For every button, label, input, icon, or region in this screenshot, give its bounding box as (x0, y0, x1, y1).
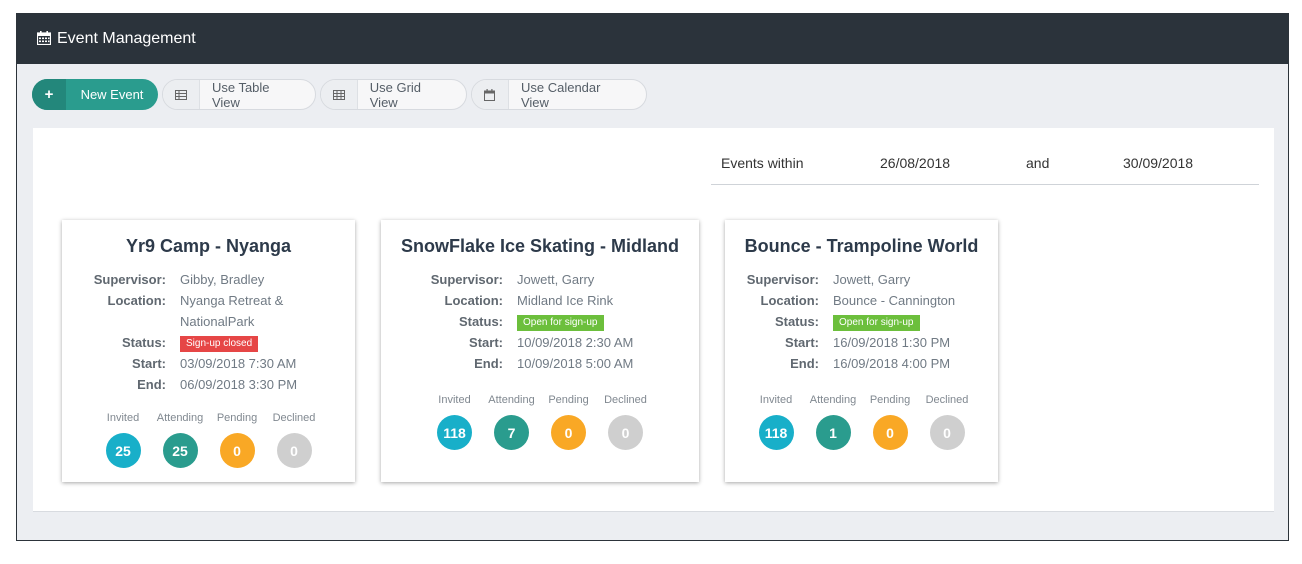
invited-label: Invited (438, 394, 471, 406)
event-card[interactable]: Bounce - Trampoline World Supervisor: Jow… (725, 220, 998, 482)
attendance-stats: Invited 118 Attending 1 Pending 0 Declined 0 (725, 391, 998, 450)
declined-label: Declined (272, 412, 316, 424)
location-value: Bounce - Cannington (833, 293, 956, 308)
supervisor-label: Supervisor: (746, 272, 819, 287)
plus-icon: + (32, 79, 66, 110)
grid-view-button[interactable]: Use Grid View (320, 79, 467, 110)
status-label: Status: (121, 335, 166, 350)
supervisor-label: Supervisor: (93, 272, 166, 287)
declined-label: Declined (604, 394, 647, 406)
location-value-line2: NationalPark (180, 314, 255, 329)
pending-label: Pending (869, 394, 911, 406)
attendance-stats: Invited 25 Attending 25 Pending 0 Declined 0 (62, 409, 355, 468)
invited-count[interactable]: 25 (105, 433, 141, 468)
supervisor-value: Jowett, Garry (833, 272, 911, 287)
new-event-button[interactable]: + New Event (32, 79, 158, 110)
pending-count[interactable]: 0 (872, 415, 908, 450)
start-label: Start: (469, 335, 503, 350)
calendar-icon (36, 30, 52, 50)
end-value: 10/09/2018 5:00 AM (517, 356, 634, 371)
location-label: Location: (107, 293, 167, 308)
end-label: End: (790, 356, 819, 371)
end-label: End: (474, 356, 503, 371)
supervisor-label: Supervisor: (430, 272, 503, 287)
start-value: 03/09/2018 7:30 AM (180, 356, 297, 371)
declined-count[interactable]: 0 (276, 433, 312, 468)
attendance-stats: Invited 118 Attending 7 Pending 0 Declined 0 (381, 391, 699, 450)
declined-label: Declined (925, 394, 969, 406)
status-badge: Open for sign-up (833, 315, 920, 331)
invited-count[interactable]: 118 (437, 415, 472, 450)
status-label: Status: (458, 314, 503, 329)
pending-count[interactable]: 0 (219, 433, 255, 468)
date-range-filter: Events within 26/08/2018 and 30/09/2018 (711, 142, 1259, 185)
event-title[interactable]: SnowFlake Ice Skating - Midland (381, 236, 699, 257)
supervisor-value: Gibby, Bradley (180, 272, 265, 287)
supervisor-value: Jowett, Garry (517, 272, 595, 287)
event-title[interactable]: Bounce - Trampoline World (725, 236, 998, 257)
attending-count[interactable]: 1 (815, 415, 851, 450)
attending-count[interactable]: 7 (494, 415, 529, 450)
declined-count[interactable]: 0 (929, 415, 965, 450)
event-card[interactable]: Yr9 Camp - Nyanga Supervisor: Gibby, Brad… (62, 220, 355, 482)
toolbar: + New Event Use Table View Use Grid View… (32, 79, 647, 110)
event-card[interactable]: SnowFlake Ice Skating - Midland Supervis… (381, 220, 699, 482)
start-value: 16/09/2018 1:30 PM (833, 335, 951, 350)
attending-label: Attending (809, 394, 857, 406)
page-title: Event Management (57, 30, 196, 47)
start-value: 10/09/2018 2:30 AM (517, 335, 634, 350)
declined-count[interactable]: 0 (608, 415, 643, 450)
events-content: Events within 26/08/2018 and 30/09/2018 … (33, 128, 1274, 512)
grid-icon (321, 80, 358, 109)
calendar-icon (472, 80, 509, 109)
location-label: Location: (760, 293, 820, 308)
panel-header: Event Management (17, 14, 1288, 64)
end-date-field[interactable]: 30/09/2018 (1123, 155, 1193, 171)
location-value: Nyanga Retreat & (180, 293, 284, 308)
start-date-field[interactable]: 26/08/2018 (880, 155, 950, 171)
event-details: Supervisor: Jowett, Garry Location: Midlan… (399, 269, 637, 374)
end-value: 16/09/2018 4:00 PM (833, 356, 951, 371)
status-badge: Sign-up closed (180, 336, 259, 352)
table-view-button[interactable]: Use Table View (162, 79, 316, 110)
event-details: Supervisor: Gibby, Bradley Location: Nyang… (62, 269, 300, 395)
event-title[interactable]: Yr9 Camp - Nyanga (62, 236, 355, 257)
pending-label: Pending (216, 412, 258, 424)
start-label: Start: (132, 356, 166, 371)
event-details: Supervisor: Jowett, Garry Location: Bounce… (715, 269, 973, 374)
start-label: Start: (785, 335, 819, 350)
invited-count[interactable]: 118 (758, 415, 794, 450)
invited-label: Invited (759, 394, 793, 406)
event-management-panel: Event Management + New Event Use Table V… (16, 13, 1289, 541)
attending-count[interactable]: 25 (162, 433, 198, 468)
location-value: Midland Ice Rink (517, 293, 614, 308)
invited-label: Invited (106, 412, 140, 424)
pending-label: Pending (548, 394, 589, 406)
end-value: 06/09/2018 3:30 PM (180, 377, 298, 392)
table-icon (163, 80, 200, 109)
attending-label: Attending (156, 412, 204, 424)
status-label: Status: (774, 314, 819, 329)
attending-label: Attending (488, 394, 535, 406)
location-label: Location: (444, 293, 504, 308)
pending-count[interactable]: 0 (551, 415, 586, 450)
date-range-label: Events within (721, 155, 804, 171)
calendar-view-button[interactable]: Use Calendar View (471, 79, 647, 110)
end-label: End: (137, 377, 166, 392)
date-range-and: and (1026, 155, 1050, 171)
status-badge: Open for sign-up (517, 315, 604, 331)
